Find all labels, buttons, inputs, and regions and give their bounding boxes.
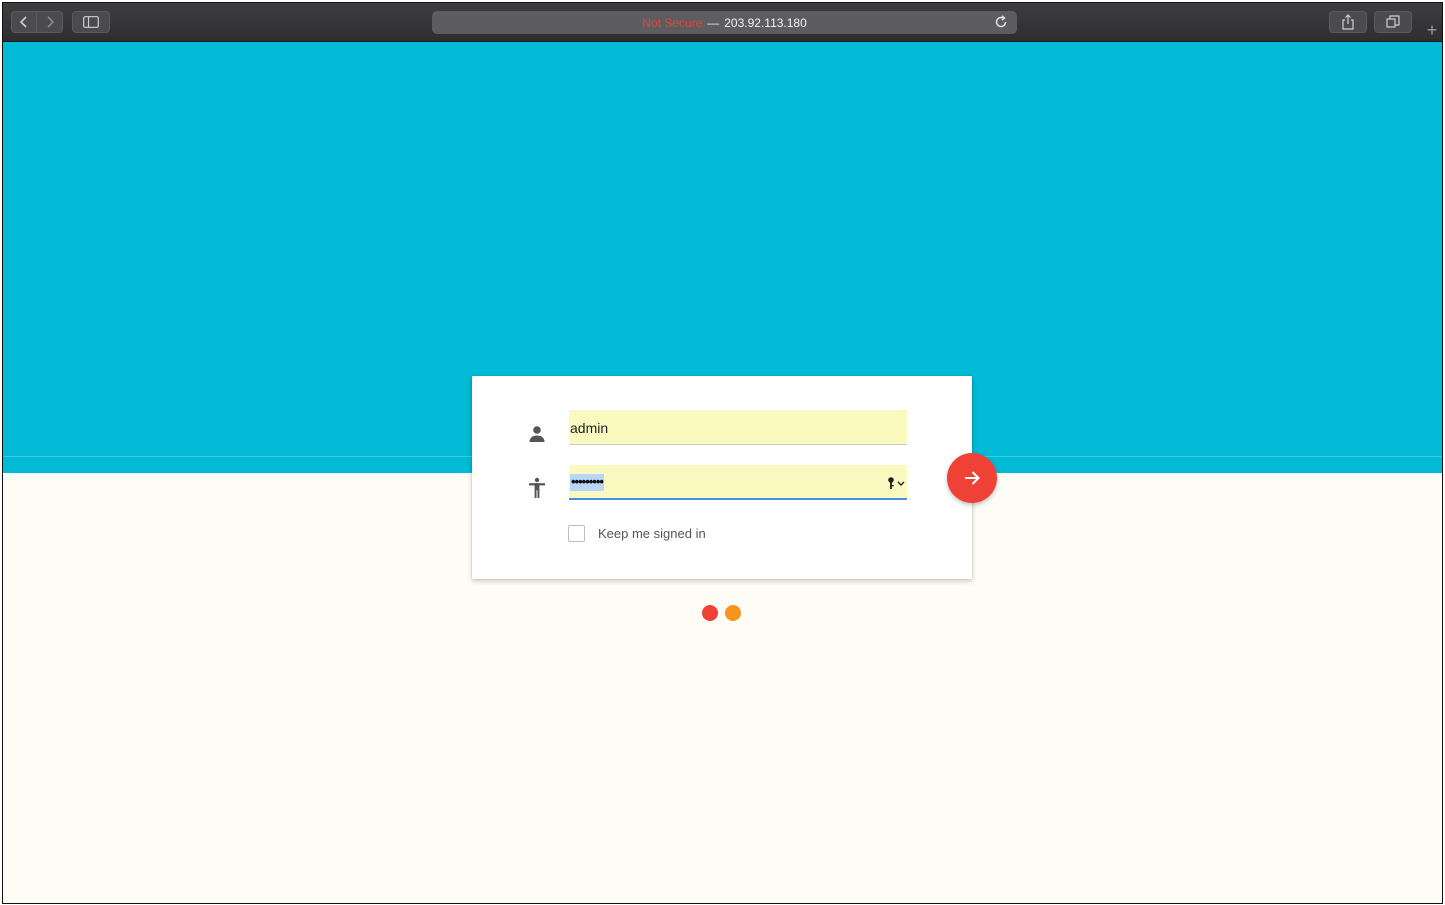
not-secure-label: Not Secure xyxy=(642,15,703,30)
share-button[interactable] xyxy=(1329,11,1367,33)
url-separator: — xyxy=(707,15,720,30)
forward-button[interactable] xyxy=(37,11,63,33)
url-host: 203.92.113.180 xyxy=(724,15,807,30)
login-submit-button[interactable] xyxy=(947,453,997,503)
address-bar[interactable]: Not Secure — 203.92.113.180 xyxy=(432,11,1017,34)
new-tab-button[interactable]: + xyxy=(1421,19,1442,41)
username-value: admin xyxy=(570,420,609,436)
login-card: admin ••••••••• Keep me signed in xyxy=(472,376,972,579)
arrow-right-icon xyxy=(965,471,980,485)
password-masked-value: ••••••••• xyxy=(570,474,604,491)
back-icon xyxy=(19,16,27,28)
key-icon[interactable] xyxy=(886,476,906,490)
loading-dot-red xyxy=(702,605,718,621)
loading-dot-orange xyxy=(725,605,741,621)
login-page: admin ••••••••• Keep me signed in xyxy=(3,42,1442,903)
tab-overview-button[interactable] xyxy=(1374,11,1412,33)
reload-icon[interactable] xyxy=(993,14,1009,30)
sidebar-icon xyxy=(83,16,99,28)
accessibility-icon xyxy=(529,477,545,498)
browser-toolbar: Not Secure — 203.92.113.180 + xyxy=(3,3,1442,42)
keep-signed-in-checkbox[interactable] xyxy=(568,525,585,542)
password-field[interactable]: ••••••••• xyxy=(569,465,907,500)
username-field[interactable]: admin xyxy=(569,410,907,445)
share-icon xyxy=(1342,14,1354,30)
sidebar-toggle-button[interactable] xyxy=(72,11,110,33)
keep-signed-in-label[interactable]: Keep me signed in xyxy=(598,526,706,541)
browser-window: Not Secure — 203.92.113.180 + admin ••••… xyxy=(2,2,1443,904)
back-button[interactable] xyxy=(11,11,37,33)
forward-icon xyxy=(46,16,54,28)
loading-indicator xyxy=(702,605,748,621)
tabs-icon xyxy=(1386,15,1400,28)
person-icon xyxy=(529,426,545,442)
keep-signed-in[interactable]: Keep me signed in xyxy=(568,525,706,542)
